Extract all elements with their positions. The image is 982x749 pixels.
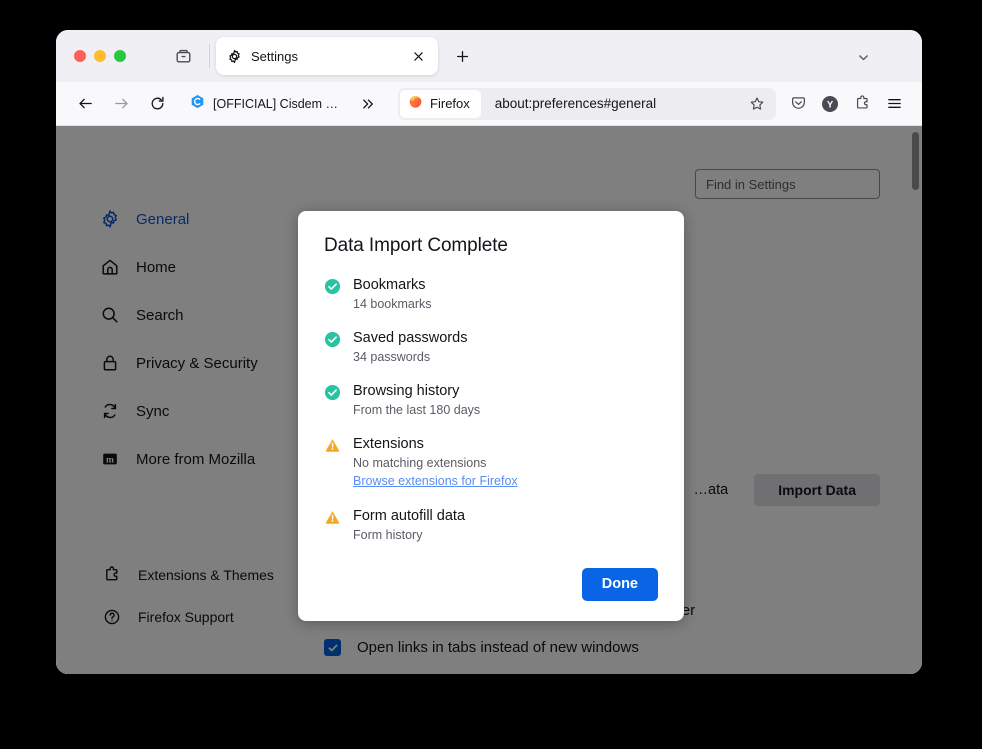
reload-button[interactable] (142, 89, 172, 119)
tabstrip-divider (209, 44, 210, 68)
data-import-complete-dialog: Data Import Complete Bookmarks 14 bookma… (298, 211, 684, 621)
pocket-icon[interactable] (784, 90, 812, 118)
result-heading: Form autofill data (353, 507, 465, 525)
content-area: Find in Settings General (56, 126, 922, 674)
check-circle-icon (324, 331, 341, 353)
result-subtext: Form history (353, 527, 465, 544)
close-window-button[interactable] (74, 50, 86, 62)
import-result-extensions: Extensions No matching extensions Browse… (324, 435, 658, 491)
close-icon[interactable] (408, 46, 428, 66)
new-tab-button[interactable] (448, 42, 476, 70)
url-bar[interactable]: Firefox about:preferences#general (398, 88, 776, 120)
result-heading: Browsing history (353, 382, 480, 400)
dialog-title: Data Import Complete (324, 235, 658, 257)
star-icon[interactable] (744, 91, 770, 117)
dialog-footer: Done (324, 568, 658, 601)
import-result-saved-passwords: Saved passwords 34 passwords (324, 329, 658, 366)
result-subtext: From the last 180 days (353, 402, 480, 419)
extensions-icon[interactable] (848, 90, 876, 118)
result-heading: Bookmarks (353, 276, 432, 294)
navigation-toolbar: [OFFICIAL] Cisdem … Firefox (56, 82, 922, 126)
firefox-view-icon[interactable] (168, 41, 198, 71)
result-heading: Saved passwords (353, 329, 467, 347)
import-result-browsing-history: Browsing history From the last 180 days (324, 382, 658, 419)
check-circle-icon (324, 384, 341, 406)
tab-settings[interactable]: Settings (216, 37, 438, 75)
gear-icon (226, 48, 242, 64)
tab-strip: Settings (56, 30, 922, 82)
minimize-window-button[interactable] (94, 50, 106, 62)
screen: Settings (0, 0, 982, 749)
warning-triangle-icon (324, 509, 341, 531)
result-subtext: No matching extensions (353, 455, 518, 472)
browse-extensions-link[interactable]: Browse extensions for Firefox (353, 473, 518, 491)
overflow-chevrons-icon[interactable] (356, 92, 380, 116)
firefox-logo-icon (408, 94, 423, 114)
done-button[interactable]: Done (582, 568, 658, 601)
cisdem-favicon (190, 94, 205, 114)
result-subtext: 34 passwords (353, 349, 467, 366)
tab-title: Settings (251, 49, 408, 64)
import-result-form-autofill: Form autofill data Form history (324, 507, 658, 544)
url-text[interactable]: about:preferences#general (495, 96, 744, 111)
import-result-bookmarks: Bookmarks 14 bookmarks (324, 276, 658, 313)
bookmark-label: [OFFICIAL] Cisdem … (213, 97, 338, 111)
yandex-icon[interactable]: Y (816, 90, 844, 118)
traffic-lights (56, 50, 126, 62)
chevron-down-icon[interactable] (850, 44, 876, 70)
check-circle-icon (324, 278, 341, 300)
result-heading: Extensions (353, 435, 518, 453)
identity-chip-label: Firefox (430, 96, 470, 111)
back-button[interactable] (70, 89, 100, 119)
warning-triangle-icon (324, 437, 341, 459)
result-subtext: 14 bookmarks (353, 296, 432, 313)
zoom-window-button[interactable] (114, 50, 126, 62)
import-results-list: Bookmarks 14 bookmarks Saved pass (324, 276, 658, 544)
browser-window: Settings (56, 30, 922, 674)
identity-chip[interactable]: Firefox (400, 90, 481, 118)
bookmark-toolbar-item[interactable]: [OFFICIAL] Cisdem … (186, 91, 342, 117)
forward-button[interactable] (106, 89, 136, 119)
svg-text:Y: Y (827, 99, 834, 110)
toolbar-right-icons: Y (782, 90, 908, 118)
app-menu-icon[interactable] (880, 90, 908, 118)
